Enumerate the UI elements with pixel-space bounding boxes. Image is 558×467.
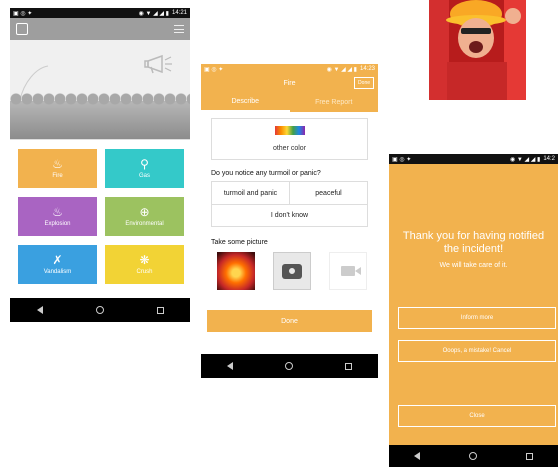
recent-apps-icon[interactable] [345, 362, 352, 370]
notification-icons: ▣ ◎ ✦ [392, 156, 412, 163]
picture-label: Take some picture [211, 239, 268, 246]
cancel-mistake-button[interactable]: Ooops, a mistake! Cancel [398, 340, 556, 362]
megaphone-icon [144, 54, 172, 74]
fire-photo-thumbnail[interactable] [217, 252, 255, 290]
tab-describe[interactable]: Describe [201, 92, 290, 112]
option-peaceful[interactable]: peaceful [289, 182, 367, 204]
android-nav-bar [10, 298, 190, 322]
signal-icons: ◉ ▼ ◢ ◢ ▮ [509, 156, 541, 163]
back-icon[interactable] [227, 362, 233, 370]
camera-button[interactable] [273, 252, 311, 290]
notification-icons: ▣ ◎ ✦ [13, 10, 33, 17]
notification-icons: ▣ ◎ ✦ [204, 66, 224, 73]
crowd-silhouette [10, 91, 190, 139]
globe-icon: ⊕ [139, 205, 150, 219]
crush-icon: ❋ [139, 253, 150, 267]
thank-you-message: Thank you for having notified the incide… [402, 230, 545, 255]
phone-describe-screen: ▣ ◎ ✦ ◉ ▼ ◢ ◢ ▮ 14:23 Fire Done Describe … [201, 64, 378, 378]
app-logo-icon [16, 23, 28, 35]
android-nav-bar [389, 445, 558, 467]
tab-free-report[interactable]: Free Report [290, 92, 379, 112]
tile-explosion[interactable]: ♨ Explosion [18, 197, 97, 236]
app-bar [10, 18, 190, 40]
status-bar: ▣ ◎ ✦ ◉ ▼ ◢ ◢ ▮ 14:21 [10, 8, 190, 18]
recent-apps-icon[interactable] [156, 306, 164, 314]
incident-grid: ♨ Fire ⚲ Gas ♨ Explosion ⊕ Environmental… [10, 140, 190, 284]
back-icon[interactable] [36, 306, 43, 314]
fan-photo-image [429, 0, 526, 100]
screen-header: Fire Done [201, 74, 378, 92]
done-top-button[interactable]: Done [354, 77, 374, 89]
option-dont-know[interactable]: I don't know [212, 205, 367, 226]
color-swatch [274, 126, 305, 135]
screen-title: Fire [283, 79, 296, 87]
video-button[interactable] [329, 252, 367, 290]
phone-home-screen: ▣ ◎ ✦ ◉ ▼ ◢ ◢ ▮ 14:21 ♨ Fire ⚲ Gas ♨ Exp… [10, 8, 190, 322]
tile-label: Vandalism [43, 269, 72, 275]
vandalism-icon: ✗ [52, 253, 63, 267]
fire-icon: ♨ [52, 157, 63, 171]
tile-vandalism[interactable]: ✗ Vandalism [18, 245, 97, 284]
status-time: 14:21 [171, 10, 187, 16]
recent-apps-icon[interactable] [526, 452, 534, 460]
inform-more-button[interactable]: Inform more [398, 307, 556, 329]
tile-fire[interactable]: ♨ Fire [18, 149, 97, 188]
tile-label: Gas [138, 173, 150, 179]
screenshot-collage: ▣ ◎ ✦ ◉ ▼ ◢ ◢ ▮ 14:21 ♨ Fire ⚲ Gas ♨ Exp… [0, 0, 558, 467]
hero-banner [10, 40, 190, 140]
hamburger-icon[interactable] [174, 25, 184, 33]
option-turmoil[interactable]: turmoil and panic [212, 182, 289, 204]
tile-label: Explosion [44, 221, 71, 227]
status-bar: ▣ ◎ ✦ ◉ ▼ ◢ ◢ ▮ 14:2 [389, 154, 558, 164]
video-camera-icon [341, 266, 361, 276]
tab-bar: Describe Free Report [201, 92, 378, 112]
tile-label: Fire [52, 173, 63, 179]
camera-icon [282, 263, 302, 279]
panic-options: turmoil and panic peaceful I don't know [211, 181, 368, 227]
tile-crush[interactable]: ❋ Crush [105, 245, 184, 284]
home-icon[interactable] [468, 452, 477, 460]
fan-photo [429, 0, 526, 100]
explosion-icon: ♨ [52, 205, 63, 219]
close-button[interactable]: Close [398, 405, 556, 427]
take-care-message: We will take care of it. [439, 262, 508, 269]
color-picker[interactable]: other color [211, 118, 368, 160]
status-time: 14:2 [543, 156, 555, 162]
tile-label: Crush [136, 269, 153, 275]
status-bar: ▣ ◎ ✦ ◉ ▼ ◢ ◢ ▮ 14:23 [201, 64, 378, 74]
home-icon[interactable] [285, 362, 293, 370]
tile-environmental[interactable]: ⊕ Environmental [105, 197, 184, 236]
picture-row [217, 252, 378, 290]
home-icon[interactable] [95, 306, 104, 314]
panic-question: Do you notice any turmoil or panic? [211, 170, 321, 177]
back-icon[interactable] [413, 452, 420, 460]
gas-tap-icon: ⚲ [140, 157, 149, 171]
tile-gas[interactable]: ⚲ Gas [105, 149, 184, 188]
phone-thank-you-screen: ▣ ◎ ✦ ◉ ▼ ◢ ◢ ▮ 14:2 Thank you for having… [389, 154, 558, 467]
signal-icons: ◉ ▼ ◢ ◢ ▮ [326, 66, 357, 73]
signal-icons: ◉ ▼ ◢ ◢ ▮ [138, 10, 169, 17]
android-nav-bar [201, 354, 378, 378]
done-button[interactable]: Done [207, 310, 372, 332]
status-time: 14:23 [359, 66, 375, 72]
color-label: other color [272, 145, 307, 152]
tile-label: Environmental [125, 221, 164, 227]
